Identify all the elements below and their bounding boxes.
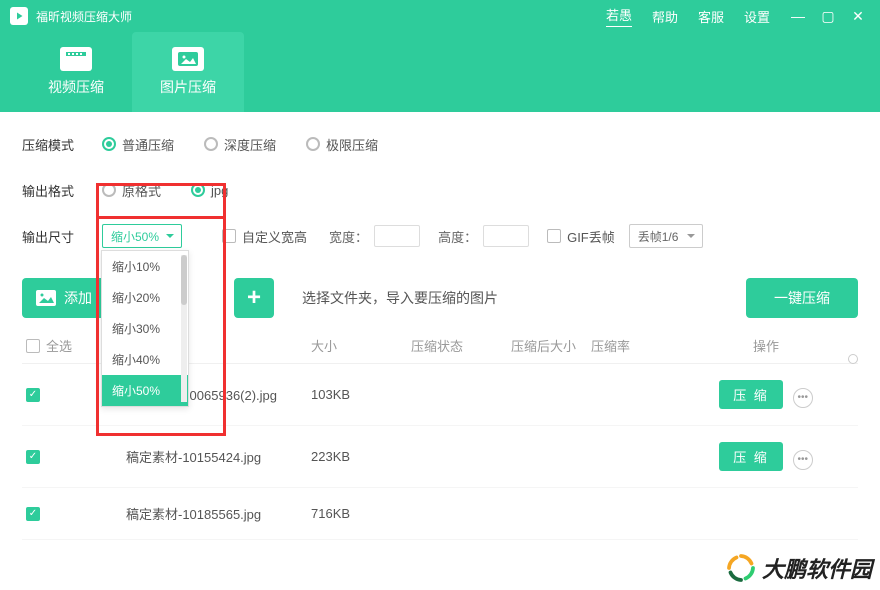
size-label: 输出尺寸	[22, 227, 102, 246]
tab-image-label: 图片压缩	[160, 77, 216, 97]
mode-label: 压缩模式	[22, 135, 102, 154]
compress-row-button[interactable]: 压 缩	[719, 442, 783, 471]
radio-format-jpg[interactable]: jpg	[191, 183, 228, 198]
watermark-icon	[726, 553, 756, 583]
maximize-button[interactable]: ▢	[816, 8, 840, 25]
col-rate: 压缩率	[591, 336, 701, 355]
file-size: 716KB	[311, 506, 411, 521]
radio-normal-compress[interactable]: 普通压缩	[102, 135, 174, 154]
add-file-button[interactable]: 添加	[22, 278, 106, 318]
tab-video-label: 视频压缩	[48, 77, 104, 97]
close-button[interactable]: ✕	[846, 8, 870, 25]
more-icon[interactable]: •••	[793, 388, 813, 408]
tab-image-compress[interactable]: 图片压缩	[132, 32, 244, 112]
image-icon	[36, 290, 56, 306]
app-logo	[10, 7, 28, 25]
radio-deep-compress[interactable]: 深度压缩	[204, 135, 276, 154]
format-label: 输出格式	[22, 181, 102, 200]
col-size: 大小	[311, 336, 411, 355]
help-link[interactable]: 帮助	[652, 7, 678, 26]
file-name: 稿定素材-10155424.jpg	[86, 447, 311, 466]
file-size: 223KB	[311, 449, 411, 464]
width-label: 宽度：	[329, 227, 368, 246]
checkbox-custom-wh[interactable]	[222, 229, 236, 243]
checkbox-select-all[interactable]	[26, 339, 40, 353]
compress-row-button[interactable]: 压 缩	[719, 380, 783, 409]
more-icon[interactable]: •••	[793, 450, 813, 470]
size-opt-10[interactable]: 缩小10%	[102, 251, 188, 282]
col-status: 压缩状态	[411, 336, 511, 355]
row-checkbox[interactable]	[26, 507, 40, 521]
height-input[interactable]	[483, 225, 529, 247]
file-name: 稿定素材-10185565.jpg	[86, 504, 311, 523]
table-row: 稿定素材-10155424.jpg 223KB 压 缩 •••	[22, 426, 858, 488]
dropdown-scrollbar[interactable]	[181, 255, 187, 402]
width-input[interactable]	[374, 225, 420, 247]
folder-hint: 选择文件夹，导入要压缩的图片	[288, 278, 512, 318]
gif-drop-label: GIF丢帧	[567, 227, 615, 246]
row-checkbox[interactable]	[26, 388, 40, 402]
video-icon	[60, 47, 92, 71]
app-title: 福昕视频压缩大师	[36, 8, 132, 25]
add-folder-button[interactable]: +	[234, 278, 274, 318]
radio-extreme-compress[interactable]: 极限压缩	[306, 135, 378, 154]
minimize-button[interactable]: —	[786, 8, 810, 24]
size-dropdown-menu: 缩小10% 缩小20% 缩小30% 缩小40% 缩小50%	[101, 250, 189, 407]
watermark: 大鹏软件园	[726, 552, 872, 584]
row-indicator-icon	[848, 354, 858, 364]
settings-link[interactable]: 设置	[744, 7, 770, 26]
service-link[interactable]: 客服	[698, 7, 724, 26]
table-row: 稿定素材-10185565.jpg 716KB	[22, 488, 858, 540]
checkbox-gif-drop[interactable]	[547, 229, 561, 243]
compress-all-button[interactable]: 一键压缩	[746, 278, 858, 318]
size-dropdown[interactable]: 缩小50%	[102, 224, 182, 248]
promo-link[interactable]: 若愚	[606, 5, 632, 27]
size-opt-50[interactable]: 缩小50%	[102, 375, 188, 406]
tab-video-compress[interactable]: 视频压缩	[20, 32, 132, 112]
size-opt-20[interactable]: 缩小20%	[102, 282, 188, 313]
size-opt-40[interactable]: 缩小40%	[102, 344, 188, 375]
image-icon	[172, 47, 204, 71]
col-after: 压缩后大小	[511, 336, 591, 355]
gif-drop-dropdown[interactable]: 丢帧1/6	[629, 224, 703, 248]
custom-wh-label: 自定义宽高	[242, 227, 307, 246]
col-op: 操作	[701, 336, 831, 355]
size-opt-30[interactable]: 缩小30%	[102, 313, 188, 344]
height-label: 高度：	[438, 227, 477, 246]
radio-format-original[interactable]: 原格式	[102, 181, 161, 200]
row-checkbox[interactable]	[26, 450, 40, 464]
file-size: 103KB	[311, 387, 411, 402]
